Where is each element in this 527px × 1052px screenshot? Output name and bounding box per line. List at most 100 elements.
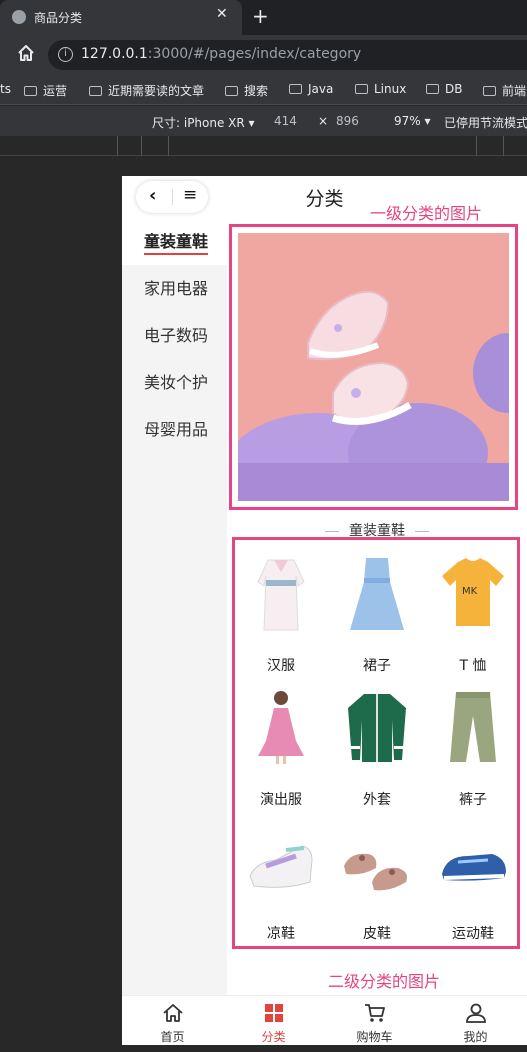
sidebar-item-label: 美妆个护 — [144, 373, 209, 392]
subcategory-grid: 汉服 裙子 MK T 恤 演出服 外套 裤子 凉鞋 皮鞋 运动鞋 — [232, 537, 520, 949]
mobile-viewport: ‹ ≡ 分类 一级分类的图片 童装童鞋 家用电器 电子数码 美妆个护 母婴用品 — [122, 176, 527, 1045]
svg-text:MK: MK — [462, 586, 478, 597]
new-tab-button[interactable]: + — [252, 4, 269, 28]
device-height[interactable]: 896 — [336, 114, 359, 128]
subcategory-sneakers[interactable]: 运动鞋 — [427, 808, 519, 942]
leather-shoes-image — [344, 853, 407, 891]
url-text: 127.0.0.1:3000/#/pages/index/category — [81, 46, 361, 62]
subcategory-skirt[interactable]: 裙子 — [331, 540, 423, 674]
sidebar-item-electronics[interactable]: 电子数码 — [122, 312, 227, 359]
bottom-tab-bar: 首页 分类 购物车 我的 — [122, 995, 527, 1045]
annotation-bottom: 二级分类的图片 — [328, 972, 441, 991]
ruler-tick — [141, 136, 142, 156]
bookmark-item[interactable]: 运营 — [24, 82, 67, 99]
tab-category[interactable]: 分类 — [223, 996, 324, 1045]
subcategory-label: 运动鞋 — [452, 926, 494, 942]
bookmark-item[interactable]: 前端 — [483, 82, 526, 99]
tshirt-image: MK — [442, 558, 504, 626]
close-tab-icon[interactable]: ✕ — [216, 6, 228, 22]
sidebar-item-label: 童装童鞋 — [144, 232, 209, 255]
tab-home[interactable]: 首页 — [122, 996, 223, 1045]
bookmark-item[interactable]: DB — [426, 82, 462, 96]
bookmark-label: 近期需要读的文章 — [108, 84, 205, 98]
sidebar-item-label: 母婴用品 — [144, 420, 209, 439]
title-line-right — [415, 530, 429, 532]
ruler-tick — [476, 136, 477, 156]
cart-icon — [365, 1004, 385, 1022]
category-sidebar: 童装童鞋 家用电器 电子数码 美妆个护 母婴用品 — [122, 218, 227, 995]
dress-image — [350, 558, 404, 630]
folder-icon — [426, 84, 439, 94]
folder-icon — [355, 84, 368, 94]
subcategory-pants[interactable]: 裤子 — [427, 674, 519, 808]
bookmark-item[interactable]: 近期需要读的文章 — [89, 82, 204, 99]
subcategory-label: 外套 — [363, 792, 391, 808]
bookmark-label: 运营 — [43, 84, 68, 98]
annotation-top: 一级分类的图片 — [370, 204, 483, 223]
tab-cart[interactable]: 购物车 — [324, 996, 425, 1045]
subcategory-jacket[interactable]: 外套 — [331, 674, 423, 808]
zoom-select[interactable]: 97% ▾ — [394, 114, 431, 128]
sidebar-item-label: 家用电器 — [144, 279, 209, 298]
folder-icon — [225, 86, 238, 96]
subcategory-hanfu[interactable]: 汉服 — [235, 540, 327, 674]
bookmark-label: 搜索 — [244, 84, 269, 98]
bookmarks-bar: ts 运营 近期需要读的文章 搜索 Java Linux DB 前端 — [0, 75, 527, 105]
bookmark-label: 前端 — [502, 84, 527, 98]
dimension-x: × — [318, 114, 329, 128]
sandals-image — [249, 845, 313, 888]
device-toolbar: 尺寸: iPhone XR ▾ 414 × 896 97% ▾ 已停用节流模式 — [0, 106, 527, 136]
subcategory-tshirt[interactable]: MK T 恤 — [427, 540, 519, 674]
home-icon[interactable] — [16, 43, 36, 63]
subcategory-label: 裙子 — [363, 658, 391, 674]
subcategory-leather-shoes[interactable]: 皮鞋 — [331, 808, 423, 942]
browser-tab-strip: 商品分类 ✕ + — [0, 0, 527, 35]
banner-frame — [229, 224, 518, 510]
folder-icon — [24, 86, 37, 96]
url-host: 127.0.0.1 — [81, 46, 148, 62]
bookmark-label: DB — [445, 82, 463, 96]
sidebar-item-appliances[interactable]: 家用电器 — [122, 265, 227, 312]
sidebar-item-label: 电子数码 — [144, 326, 209, 345]
media-query-ruler — [0, 136, 527, 156]
url-field[interactable]: i 127.0.0.1:3000/#/pages/index/category — [48, 40, 527, 70]
info-icon[interactable]: i — [58, 47, 73, 62]
tab-label: 购物车 — [356, 1030, 393, 1044]
sidebar-item-beauty[interactable]: 美妆个护 — [122, 359, 227, 406]
pants-image — [450, 692, 496, 762]
tab-profile[interactable]: 我的 — [425, 996, 526, 1045]
subcategory-sandals[interactable]: 凉鞋 — [235, 808, 327, 942]
sneakers-image — [442, 854, 506, 881]
title-line-left — [325, 530, 339, 532]
address-bar-row: i 127.0.0.1:3000/#/pages/index/category — [0, 35, 527, 75]
ruler-tick — [168, 136, 169, 156]
subcategory-label: 汉服 — [267, 658, 295, 674]
folder-icon — [289, 84, 302, 94]
subcategory-label: 凉鞋 — [267, 926, 295, 942]
bookmark-label: ts — [0, 82, 11, 96]
tab-title: 商品分类 — [34, 11, 83, 25]
subcategory-costume[interactable]: 演出服 — [235, 674, 327, 808]
tab-label: 分类 — [261, 1030, 286, 1044]
device-size-select[interactable]: 尺寸: iPhone XR ▾ — [152, 114, 255, 131]
browser-tab[interactable]: 商品分类 ✕ — [0, 0, 242, 35]
tab-label: 首页 — [160, 1030, 185, 1044]
subcategory-label: T 恤 — [459, 658, 487, 674]
globe-icon — [12, 10, 26, 24]
jacket-image — [348, 694, 406, 762]
sidebar-item-baby[interactable]: 母婴用品 — [122, 406, 227, 453]
throttle-select[interactable]: 已停用节流模式 — [444, 114, 527, 131]
costume-image — [258, 691, 304, 764]
device-width[interactable]: 414 — [274, 114, 297, 128]
url-path: :3000/#/pages/index/category — [147, 46, 362, 62]
bookmark-item[interactable]: 搜索 — [225, 82, 268, 99]
sidebar-item-kids-clothing[interactable]: 童装童鞋 — [122, 218, 227, 265]
bookmark-item[interactable]: Java — [289, 82, 333, 96]
subcategory-label: 演出服 — [260, 792, 302, 808]
bookmark-item[interactable]: Linux — [355, 82, 406, 96]
bookmark-label: Linux — [374, 82, 407, 96]
category-banner-image[interactable] — [238, 233, 509, 501]
home-icon — [163, 1004, 183, 1022]
bookmark-item[interactable]: ts — [0, 82, 11, 96]
bookmark-label: Java — [308, 82, 334, 96]
